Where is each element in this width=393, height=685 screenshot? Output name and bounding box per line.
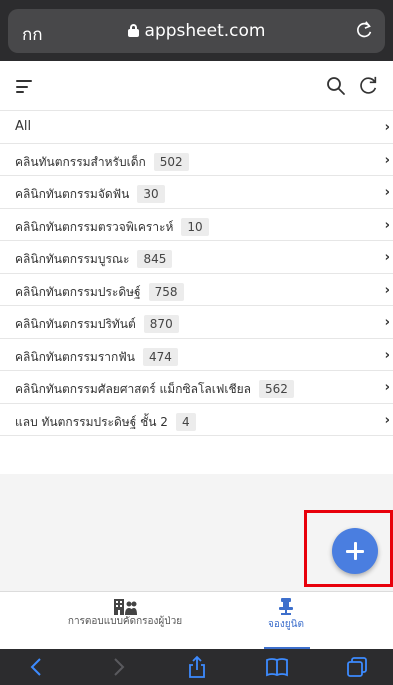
- tabs-icon[interactable]: [345, 655, 369, 679]
- bottom-tab-bar: การตอบแบบคัดกรองผู้ป่วย จองยูนิต: [0, 591, 393, 650]
- count-badge: 502: [153, 152, 189, 171]
- app-header: [0, 61, 393, 111]
- list-item[interactable]: คลินิกทันตกรรมจัดฟัน 30 ›: [0, 176, 393, 209]
- list-item-label: คลินิกทันตกรรมศัลยศาสตร์ แม็กซิลโลเฟเชีย…: [15, 382, 251, 396]
- share-icon[interactable]: [185, 655, 209, 679]
- count-badge: 474: [142, 347, 178, 366]
- chevron-right-icon: ›: [384, 185, 390, 200]
- list-item-label: All: [15, 119, 32, 134]
- menu-icon[interactable]: [16, 80, 32, 93]
- chevron-right-icon: ›: [384, 120, 390, 135]
- list-item-all[interactable]: All ›: [0, 111, 393, 144]
- count-badge: 4: [175, 412, 196, 431]
- list-item-label: คลินิกทันตกรรมปริทันต์: [15, 317, 136, 331]
- tab-screening[interactable]: การตอบแบบคัดกรองผู้ป่วย: [50, 592, 200, 650]
- list-item-label: คลินิกทันตกรรมรากฟัน: [15, 349, 135, 364]
- browser-address-bar: กก appsheet.com: [0, 0, 393, 61]
- chevron-right-icon: ›: [384, 282, 390, 298]
- list-item[interactable]: คลินิกทันตกรรมศัลยศาสตร์ แม็กซิลโลเฟเชีย…: [0, 371, 393, 404]
- list-item[interactable]: คลินิกทันตกรรมปริทันต์ 870 ›: [0, 306, 393, 339]
- list-item-label: แลบ ทันตกรรมประดิษฐ์ ชั้น 2: [15, 414, 168, 429]
- browser-toolbar: [0, 649, 393, 685]
- url-text: appsheet.com: [144, 21, 266, 41]
- tab-label: จองยูนิต: [268, 619, 304, 630]
- forward-icon[interactable]: [106, 655, 130, 679]
- category-list: All › คลินทันตกรรมสำหรับเด็ก 502 › คลินิก…: [0, 111, 393, 436]
- count-badge: 870: [143, 315, 179, 333]
- list-item[interactable]: แลบ ทันตกรรมประดิษฐ์ ชั้น 2 4 ›: [0, 403, 393, 436]
- list-item[interactable]: คลินิกทันตกรรมประดิษฐ์ 758 ›: [0, 273, 393, 306]
- reload-icon[interactable]: [353, 19, 375, 41]
- tab-unit-booking[interactable]: จองยูนิต: [256, 592, 316, 650]
- count-badge: 30: [137, 185, 165, 203]
- search-icon[interactable]: [326, 76, 346, 96]
- building-users-icon: [114, 599, 137, 615]
- chevron-right-icon: ›: [384, 250, 390, 265]
- dental-chair-icon: [279, 598, 293, 615]
- bookmarks-icon[interactable]: [265, 655, 289, 679]
- url-field[interactable]: กก appsheet.com: [8, 9, 385, 53]
- count-badge: 10: [181, 217, 209, 236]
- list-item[interactable]: คลินทันตกรรมสำหรับเด็ก 502 ›: [0, 143, 393, 176]
- add-button[interactable]: [332, 528, 378, 574]
- chevron-right-icon: ›: [384, 380, 390, 395]
- refresh-icon[interactable]: [357, 75, 379, 97]
- list-item[interactable]: คลินิกทันตกรรมบูรณะ 845 ›: [0, 241, 393, 274]
- list-item-label: คลินิกทันตกรรมตรวจพิเคราะห์: [15, 219, 174, 234]
- list-item[interactable]: คลินิกทันตกรรมตรวจพิเคราะห์ 10 ›: [0, 208, 393, 241]
- count-badge: 758: [148, 282, 184, 301]
- count-badge: 845: [137, 250, 173, 268]
- chevron-right-icon: ›: [384, 412, 390, 428]
- tab-label: การตอบแบบคัดกรองผู้ป่วย: [67, 616, 183, 627]
- chevron-right-icon: ›: [384, 152, 390, 168]
- list-item-label: คลินิกทันตกรรมจัดฟัน: [15, 187, 130, 201]
- back-icon[interactable]: [25, 655, 49, 679]
- chevron-right-icon: ›: [384, 217, 390, 233]
- list-item-label: คลินิกทันตกรรมบูรณะ: [15, 252, 130, 266]
- list-item[interactable]: คลินิกทันตกรรมรากฟัน 474 ›: [0, 338, 393, 371]
- chevron-right-icon: ›: [384, 347, 390, 363]
- chevron-right-icon: ›: [384, 315, 390, 330]
- list-item-label: คลินิกทันตกรรมประดิษฐ์: [15, 284, 141, 299]
- lock-icon: [127, 24, 139, 37]
- count-badge: 562: [259, 380, 294, 398]
- list-item-label: คลินทันตกรรมสำหรับเด็ก: [15, 154, 146, 169]
